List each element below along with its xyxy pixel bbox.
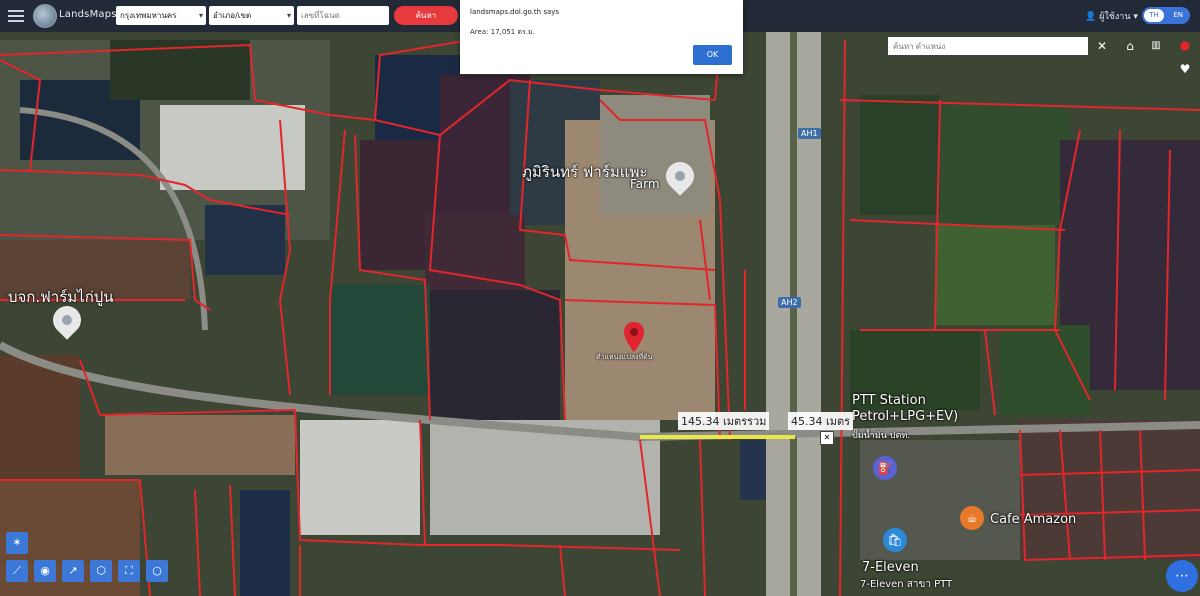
line-tool-icon[interactable]: ↗ [62, 560, 84, 582]
ptt-station-thai-label: ปั๊มน้ำมัน ปตท. [852, 431, 911, 441]
road-shield-ah1: AH1 [798, 128, 821, 139]
user-label: ผู้ใช้งาน [1099, 12, 1131, 22]
shop-icon[interactable]: 🛍 [883, 528, 907, 552]
user-menu[interactable]: 👤 ผู้ใช้งาน ▾ [1085, 9, 1138, 23]
polygon-tool-icon[interactable]: ⬡ [90, 560, 112, 582]
district-select-value: อำเภอ/เขต [213, 11, 252, 20]
deed-search-input[interactable] [297, 6, 389, 25]
fuel-icon[interactable]: ⛽ [873, 456, 897, 480]
selected-parcel-label: ตำแหน่งแปลงที่ดิน [596, 353, 653, 361]
cafe-amazon-label: Cafe Amazon [990, 512, 1077, 527]
dialog-message: Area: 17,051 ตร.ม. [470, 28, 535, 36]
measure-segment-label: 45.34 เมตร [788, 412, 854, 430]
dialog-ok-button[interactable]: OK [693, 45, 732, 65]
dialog-title: landsmaps.dol.go.th says [470, 8, 560, 16]
language-toggle[interactable]: TH EN [1142, 7, 1190, 24]
map-view[interactable]: ภูมิรินทร์ ฟาร์มแพะ Farm บจก.ฟาร์มไก่ปูน… [0, 0, 1200, 596]
farm-name-label: ภูมิรินทร์ ฟาร์มแพะ [522, 163, 648, 181]
farm-sub-label: Farm [630, 177, 660, 191]
ruler-icon[interactable]: ⟋ [6, 560, 28, 582]
seven-eleven-label: 7-Eleven [862, 560, 919, 575]
menu-icon[interactable] [8, 7, 24, 25]
west-poi-label: บจก.ฟาร์มไก่ปูน [8, 288, 114, 306]
brand-name: LandsMaps [59, 9, 117, 20]
heart-icon[interactable]: ♥ [1176, 60, 1194, 78]
location-search-input[interactable] [888, 37, 1088, 55]
close-icon[interactable]: ✕ [1094, 37, 1110, 55]
pin-toggle-icon[interactable]: ● [1176, 36, 1194, 54]
province-select[interactable]: กรุงเทพมหานคร ▾ [116, 6, 206, 25]
road-shield-ah2: AH2 [778, 297, 801, 308]
user-icon: 👤 [1085, 12, 1097, 22]
globe-logo-icon [33, 4, 57, 28]
draw-tool-icon[interactable]: ✶ [6, 532, 28, 554]
search-button[interactable]: ค้นหา [394, 6, 458, 25]
ptt-station-label: PTT Station [852, 393, 926, 408]
chat-button[interactable]: ⋯ [1166, 560, 1198, 592]
chevron-down-icon: ▾ [286, 11, 291, 20]
layers-icon[interactable]: ▥ [1146, 36, 1166, 56]
home-icon[interactable]: ⌂ [1121, 36, 1139, 56]
cafe-icon[interactable]: ☕ [960, 506, 984, 530]
seven-eleven-sub-label: 7-Eleven สาขา PTT [860, 579, 953, 590]
language-alt: EN [1173, 11, 1183, 19]
measure-end-marker[interactable]: ✕ [820, 431, 834, 445]
search-button-label: ค้นหา [415, 11, 437, 20]
chevron-down-icon: ▾ [1133, 12, 1138, 22]
selected-parcel-pin-icon[interactable] [624, 322, 644, 352]
language-active: TH [1144, 9, 1164, 22]
chevron-down-icon: ▾ [198, 11, 203, 20]
alert-dialog: landsmaps.dol.go.th says Area: 17,051 ตร… [460, 0, 743, 74]
measure-total-label: 145.34 เมตรรวม [678, 412, 770, 430]
location-icon[interactable]: ◉ [34, 560, 56, 582]
ptt-station-sub-label: Petrol+LPG+EV) [852, 409, 959, 424]
circle-tool-icon[interactable]: ○ [146, 560, 168, 582]
satellite-imagery [0, 0, 1200, 596]
fullscreen-icon[interactable]: ⛶ [118, 560, 140, 582]
province-select-value: กรุงเทพมหานคร [120, 11, 177, 20]
district-select[interactable]: อำเภอ/เขต ▾ [209, 6, 294, 25]
